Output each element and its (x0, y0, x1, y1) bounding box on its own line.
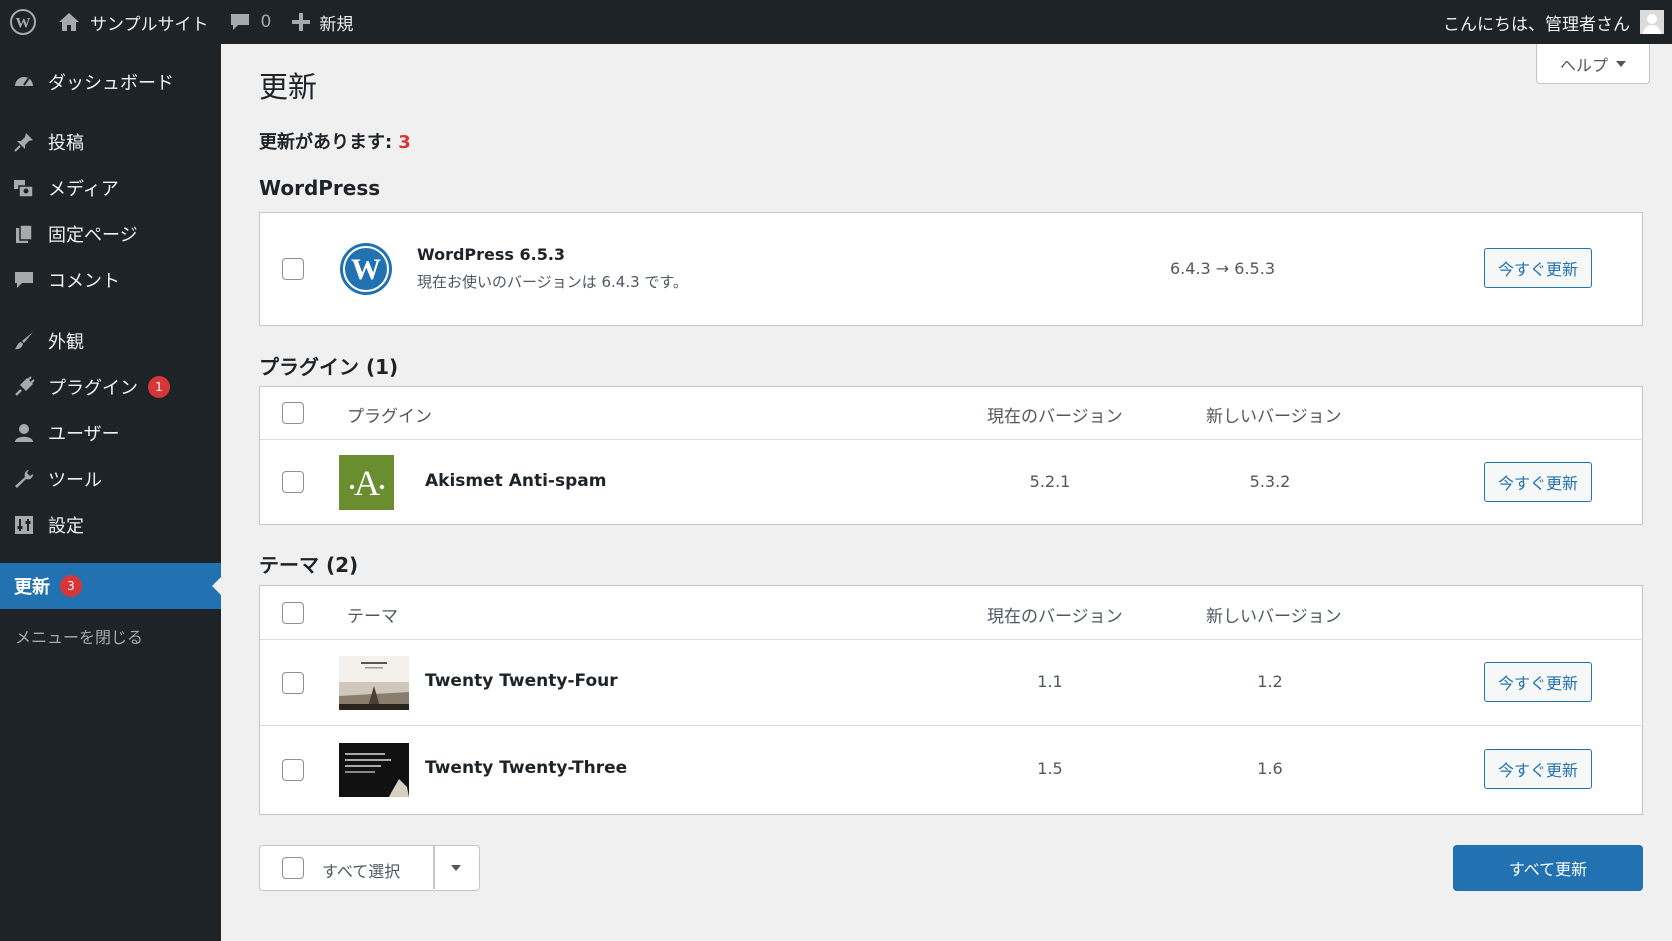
themes-column-theme: テーマ (347, 607, 398, 627)
plugins-select-all-checkbox[interactable] (282, 402, 304, 424)
select-all-checkbox[interactable] (282, 857, 304, 879)
media-icon (12, 176, 36, 200)
menu-item-tools[interactable]: ツール (0, 457, 221, 501)
comments-link[interactable]: 0 (219, 0, 282, 44)
wrench-icon (12, 467, 36, 491)
plugin-update-now-button[interactable]: 今すぐ更新 (1484, 462, 1592, 502)
greeting: こんにちは、管理者さん (1443, 14, 1630, 35)
plugin-icon (12, 375, 36, 399)
plugin-current-version: 5.2.1 (1029, 472, 1071, 491)
svg-text:W: W (351, 253, 381, 286)
admin-bar: W サンプルサイト 0 新規 こんにちは、管理者さん (0, 0, 1672, 44)
plugins-column-new-version: 新しいバージョン (1206, 407, 1342, 427)
update-all-button[interactable]: すべて更新 (1453, 845, 1643, 891)
themes-select-all-checkbox[interactable] (282, 602, 304, 624)
menu-item-settings[interactable]: 設定 (0, 503, 221, 547)
menu-item-posts[interactable]: 投稿 (0, 120, 221, 164)
updates-available: 更新があります: 3 (259, 132, 411, 153)
plugins-heading: プラグイン (1) (259, 355, 399, 379)
themes-heading: テーマ (2) (259, 553, 359, 577)
theme-current-version: 1.5 (1037, 759, 1063, 778)
plugin-row-checkbox[interactable] (282, 471, 304, 493)
theme-row-checkbox[interactable] (282, 759, 304, 781)
menu-item-media[interactable]: メディア (0, 166, 221, 210)
plugins-update-badge: 1 (148, 376, 170, 398)
menu-item-comments[interactable]: コメント (0, 258, 221, 302)
plugins-column-current-version: 現在のバージョン (987, 407, 1123, 427)
comments-count: 0 (260, 12, 272, 32)
menu-item-appearance[interactable]: 外観 (0, 319, 221, 363)
site-name: サンプルサイト (90, 14, 209, 35)
site-name-link[interactable]: サンプルサイト (48, 0, 219, 44)
theme-screenshot-twenty-twenty-three (339, 743, 409, 797)
wordpress-core-card: W WordPress 6.5.3 現在お使いのバージョンは 6.4.3 です。… (259, 212, 1643, 326)
svg-text:W: W (16, 16, 31, 32)
user-icon (12, 421, 36, 445)
select-all-label: すべて選択 (322, 862, 401, 881)
avatar (1640, 10, 1664, 34)
page-title: 更新 (259, 70, 318, 104)
menu-item-updates[interactable]: 更新 3 (0, 563, 221, 609)
plus-icon (291, 12, 311, 32)
wordpress-version-name: WordPress 6.5.3 (417, 245, 566, 264)
comment-bubble-icon (229, 12, 251, 32)
menu-item-pages[interactable]: 固定ページ (0, 212, 221, 256)
select-all-dropdown-icon[interactable] (451, 865, 461, 871)
comment-icon (12, 268, 36, 292)
wordpress-current-version-text: 現在お使いのバージョンは 6.4.3 です。 (417, 273, 688, 291)
wordpress-version-change: 6.4.3 → 6.5.3 (1170, 259, 1275, 278)
select-all-control[interactable]: すべて選択 (259, 845, 480, 891)
home-icon (58, 12, 80, 32)
theme-name: Twenty Twenty-Four (425, 671, 618, 691)
akismet-logo-icon: A (339, 455, 394, 510)
my-account[interactable]: こんにちは、管理者さん (1443, 10, 1672, 35)
settings-icon (12, 513, 36, 537)
theme-name: Twenty Twenty-Three (425, 758, 628, 778)
themes-table: テーマ 現在のバージョン 新しいバージョン Twenty Twenty-Four… (259, 585, 1643, 815)
plugins-column-plugin: プラグイン (347, 407, 432, 427)
page-icon (12, 222, 36, 246)
theme-new-version: 1.2 (1257, 672, 1283, 691)
main-content: ヘルプ 更新 更新があります: 3 WordPress W WordPress 6… (221, 44, 1672, 941)
theme-update-now-button[interactable]: 今すぐ更新 (1484, 749, 1592, 789)
theme-row-checkbox[interactable] (282, 672, 304, 694)
menu-item-users[interactable]: ユーザー (0, 411, 221, 455)
wordpress-logo-icon[interactable]: W (0, 0, 48, 44)
updates-count-badge: 3 (60, 575, 82, 597)
theme-screenshot-twenty-twenty-four (339, 656, 409, 710)
pin-icon (12, 130, 36, 154)
brush-icon (12, 329, 36, 353)
new-content-link[interactable]: 新規 (281, 0, 363, 44)
caret-down-icon (1616, 60, 1626, 67)
help-tab-button[interactable]: ヘルプ (1536, 44, 1650, 84)
theme-current-version: 1.1 (1037, 672, 1063, 691)
divider (433, 846, 435, 889)
themes-column-current-version: 現在のバージョン (987, 607, 1123, 627)
theme-update-now-button[interactable]: 今すぐ更新 (1484, 662, 1592, 702)
menu-item-plugins[interactable]: プラグイン 1 (0, 365, 221, 409)
menu-item-dashboard[interactable]: ダッシュボード (0, 60, 221, 104)
themes-column-new-version: 新しいバージョン (1206, 607, 1342, 627)
wordpress-heading: WordPress (259, 176, 381, 200)
new-label: 新規 (319, 14, 354, 35)
updates-available-count: 3 (398, 132, 411, 153)
row-divider (260, 639, 1642, 640)
row-divider (260, 439, 1642, 440)
row-divider (260, 725, 1642, 726)
theme-new-version: 1.6 (1257, 759, 1283, 778)
plugin-name: Akismet Anti-spam (425, 471, 607, 491)
dashboard-icon (12, 70, 36, 94)
admin-menu: ダッシュボード 投稿 メディア 固定ページ コメント 外観 プラグイン 1 ユー… (0, 44, 221, 941)
svg-text:A: A (354, 463, 380, 503)
wordpress-update-now-button[interactable]: 今すぐ更新 (1484, 248, 1592, 288)
wordpress-core-checkbox[interactable] (282, 258, 304, 280)
wordpress-logo-icon: W (339, 242, 393, 300)
collapse-menu-button[interactable]: メニューを閉じる (15, 624, 143, 648)
plugins-table: プラグイン 現在のバージョン 新しいバージョン A Akismet Anti-s… (259, 386, 1643, 525)
plugin-new-version: 5.3.2 (1249, 472, 1291, 491)
